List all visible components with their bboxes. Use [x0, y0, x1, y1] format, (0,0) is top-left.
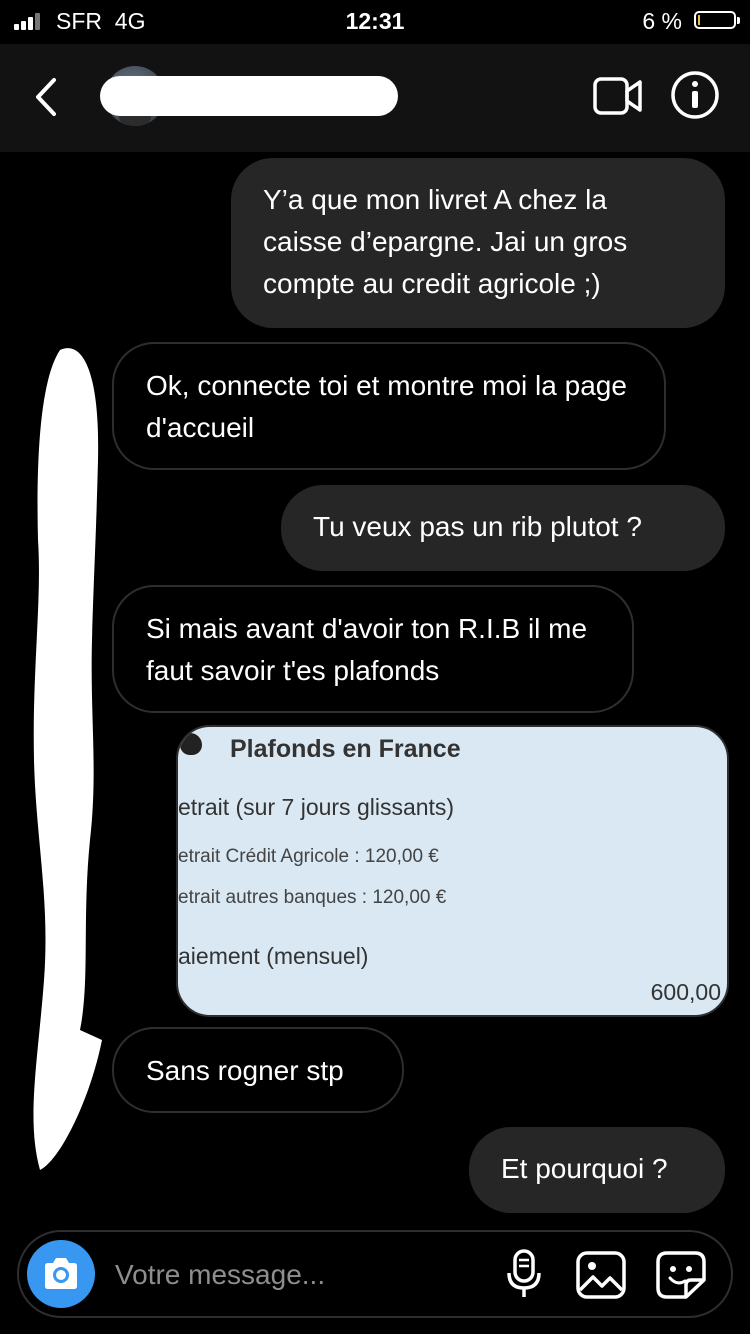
status-bar: SFR 4G 12:31 6 %	[0, 0, 750, 44]
username-redacted[interactable]	[100, 76, 398, 116]
back-button[interactable]	[28, 72, 68, 122]
camera-button[interactable]	[27, 1240, 95, 1308]
message-input[interactable]	[113, 1250, 497, 1300]
message-bubble-incoming[interactable]: Sans rogner stp	[112, 1027, 404, 1113]
battery-percent: 6 %	[642, 8, 682, 34]
battery-icon	[694, 11, 740, 29]
image-text-amount: 600,00	[650, 979, 721, 1005]
image-text-title: Plafonds en France	[230, 735, 461, 763]
image-text-line: etrait autres banques : 120,00 €	[178, 887, 447, 908]
chat-header	[0, 44, 750, 152]
sticker-button[interactable]	[655, 1250, 707, 1300]
info-icon	[671, 71, 719, 119]
info-button[interactable]	[670, 70, 720, 120]
microphone-button[interactable]	[504, 1248, 544, 1300]
message-composer	[17, 1230, 733, 1318]
message-bubble-incoming[interactable]: Si mais avant d'avoir ton R.I.B il me fa…	[112, 585, 634, 713]
sticker-icon	[656, 1251, 706, 1299]
image-text-line: aiement (mensuel)	[178, 943, 369, 969]
status-time: 12:31	[345, 8, 405, 34]
message-bubble-incoming[interactable]: Ok, connecte toi et montre moi la page d…	[112, 342, 666, 470]
battery-level-fill	[698, 15, 700, 25]
image-fragment	[180, 733, 202, 755]
message-bubble-outgoing[interactable]: Tu veux pas un rib plutot ?	[281, 485, 725, 571]
image-text-line: etrait (sur 7 jours glissants)	[178, 794, 455, 820]
gallery-button[interactable]	[575, 1250, 627, 1300]
message-bubble-outgoing[interactable]: Et pourquoi ?	[469, 1127, 725, 1213]
camera-icon	[45, 1258, 77, 1289]
microphone-icon	[507, 1249, 541, 1297]
chevron-left-icon	[36, 78, 56, 116]
shared-image-message[interactable]: Plafonds en France etrait (sur 7 jours g…	[176, 725, 729, 1017]
image-text-line: etrait Crédit Agricole : 120,00 €	[178, 846, 439, 867]
video-camera-icon	[593, 77, 642, 115]
image-icon	[576, 1251, 626, 1299]
redaction-scribble	[33, 348, 103, 1170]
message-bubble-outgoing[interactable]: Y’a que mon livret A chez la caisse d’ep…	[231, 158, 725, 328]
video-call-button[interactable]	[592, 74, 644, 118]
